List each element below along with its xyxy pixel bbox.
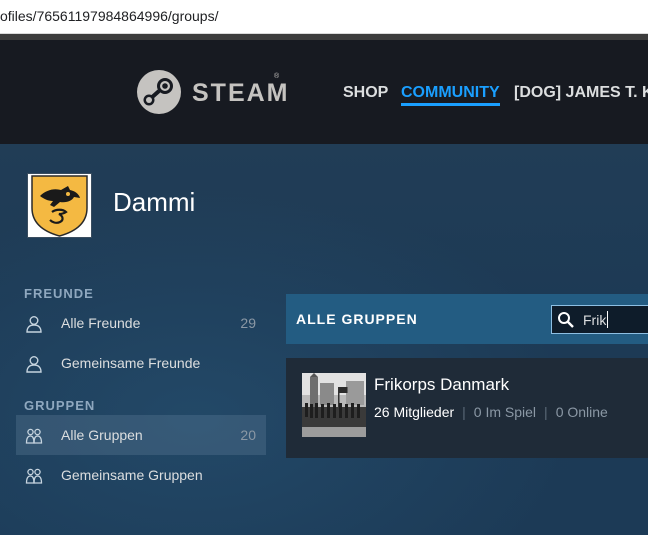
sidebar-item-label: Gemeinsame Freunde: [61, 355, 201, 371]
group-name[interactable]: Frikorps Danmark: [374, 375, 509, 395]
sidebar-item-mutual-friends[interactable]: Gemeinsame Freunde: [16, 343, 266, 383]
sidebar-item-all-groups[interactable]: Alle Gruppen 20: [16, 415, 266, 455]
sidebar-item-all-friends[interactable]: Alle Freunde 29: [16, 303, 266, 343]
nav-shop[interactable]: SHOP: [343, 84, 388, 102]
coat-of-arms-avatar-icon: [28, 174, 91, 237]
steam-logo-icon: [137, 70, 181, 114]
group-member-count: 26 Mitglieder: [374, 404, 455, 420]
group-icon: [25, 428, 43, 444]
profile-groups-page: Dammi FREUNDE Alle Freunde 29 Gemeinsame…: [0, 144, 648, 535]
sidebar-item-count: 29: [240, 315, 256, 331]
stat-divider: |: [544, 404, 548, 420]
text-cursor: [607, 311, 608, 328]
sidebar-item-label: Alle Freunde: [61, 315, 141, 331]
stat-divider: |: [462, 404, 466, 420]
group-stats: 26 Mitglieder | 0 Im Spiel | 0 Online: [374, 404, 608, 420]
sidebar-item-label: Gemeinsame Gruppen: [61, 467, 203, 483]
search-icon: [558, 312, 574, 328]
trademark-mark: ®: [274, 73, 280, 80]
person-icon: [26, 316, 42, 333]
browser-url-bar[interactable]: ofiles/76561197984864996/groups/: [0, 0, 648, 34]
profile-name: Dammi: [113, 187, 196, 217]
groups-panel-title: ALLE GRUPPEN: [296, 311, 418, 327]
groups-heading: GRUPPEN: [24, 398, 96, 413]
steam-header: STEAM ® SHOP COMMUNITY [DOG] JAMES T. K: [0, 40, 648, 144]
friends-heading: FREUNDE: [24, 286, 94, 301]
steam-wordmark: STEAM: [192, 79, 290, 107]
sidebar-item-count: 20: [240, 427, 256, 443]
group-search-input[interactable]: Frik: [551, 305, 648, 334]
person-icon: [26, 356, 42, 373]
groups-panel-header: ALLE GRUPPEN Frik: [286, 294, 648, 344]
group-card[interactable]: Frikorps Danmark 26 Mitglieder | 0 Im Spie…: [286, 358, 648, 458]
nav-community[interactable]: COMMUNITY: [401, 84, 500, 106]
steam-logo[interactable]: STEAM ®: [136, 69, 288, 115]
group-in-game-count: 0 Im Spiel: [473, 404, 537, 420]
search-value: Frik: [583, 312, 607, 328]
url-text[interactable]: ofiles/76561197984864996/groups/: [0, 8, 218, 24]
nav-user-profile[interactable]: [DOG] JAMES T. K: [514, 84, 648, 102]
group-online-count: 0 Online: [555, 404, 608, 420]
group-avatar-photo[interactable]: [302, 373, 366, 437]
group-icon: [25, 468, 43, 484]
profile-avatar[interactable]: [27, 173, 92, 238]
sidebar-item-mutual-groups[interactable]: Gemeinsame Gruppen: [16, 455, 266, 495]
sidebar-item-label: Alle Gruppen: [61, 427, 143, 443]
